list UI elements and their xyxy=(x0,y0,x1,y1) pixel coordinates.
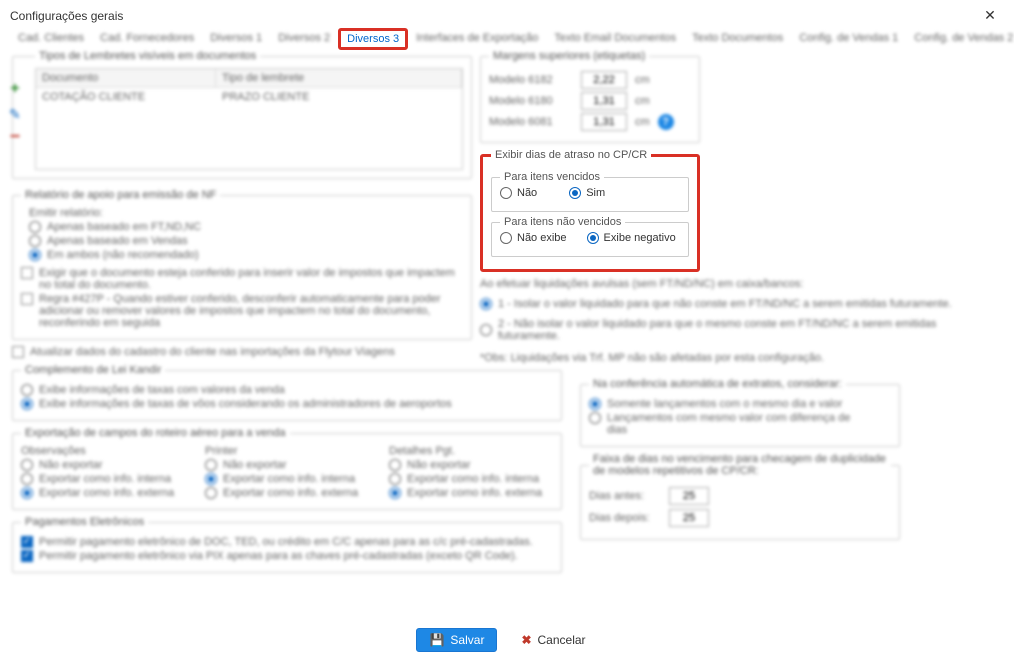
close-icon[interactable]: ✕ xyxy=(974,6,1006,26)
save-icon: 💾 xyxy=(429,633,444,647)
pagamentos-legend: Pagamentos Eletrônicos xyxy=(21,516,148,528)
tab-texto-documentos[interactable]: Texto Documentos xyxy=(684,28,791,50)
chk-pgto-doc-ted[interactable] xyxy=(21,536,33,548)
radio-conf-mesmo-dia[interactable] xyxy=(589,398,601,410)
tab-cad-fornecedores[interactable]: Cad. Fornecedores xyxy=(92,28,202,50)
chk-regra-427p[interactable] xyxy=(21,293,33,305)
lei-kandir-legend: Complemento de Lei Kandir xyxy=(21,364,165,376)
window-title: Configurações gerais xyxy=(10,9,123,23)
atraso-nao-vencidos-legend: Para itens não vencidos xyxy=(500,216,625,228)
lembretes-table: Documento Tipo de lembrete COTAÇÃO CLIEN… xyxy=(35,68,463,170)
tab-texto-email[interactable]: Texto Email Documentos xyxy=(546,28,684,50)
tab-config-vendas-2[interactable]: Config. de Vendas 2 xyxy=(906,28,1014,50)
chk-exigir-conferido[interactable] xyxy=(21,267,33,279)
radio-nao-exibe[interactable] xyxy=(500,232,512,244)
tab-cad-clientes[interactable]: Cad. Clientes xyxy=(10,28,92,50)
edit-icon[interactable]: ✎ xyxy=(9,106,21,123)
input-dias-antes[interactable] xyxy=(669,487,709,505)
radio-exibe-negativo[interactable] xyxy=(587,232,599,244)
emitir-relatorio-label: Emitir relatório: xyxy=(29,207,463,219)
input-modelo-6180[interactable] xyxy=(581,92,627,110)
radio-vencidos-sim[interactable] xyxy=(569,187,581,199)
cancel-button[interactable]: ✖ Cancelar xyxy=(509,628,597,652)
delete-icon[interactable]: − xyxy=(10,131,21,141)
radio-kandir-venda[interactable] xyxy=(21,384,33,396)
radio-obs-nao[interactable] xyxy=(21,459,33,471)
liquidacoes-note: *Obs: Liquidações via Trf. MP não são af… xyxy=(480,352,990,364)
radio-printer-interna[interactable] xyxy=(205,473,217,485)
radio-conf-diferenca[interactable] xyxy=(589,412,601,424)
tab-diversos-1[interactable]: Diversos 1 xyxy=(202,28,270,50)
save-button[interactable]: 💾 Salvar xyxy=(416,628,497,652)
tab-diversos-2[interactable]: Diversos 2 xyxy=(270,28,338,50)
input-modelo-6081[interactable] xyxy=(581,113,627,131)
faixa-legend: Faixa de dias no vencimento para checage… xyxy=(589,453,891,477)
radio-obs-externa[interactable] xyxy=(21,487,33,499)
table-row[interactable]: COTAÇÃO CLIENTE PRAZO CLIENTE xyxy=(36,88,462,106)
radio-det-externa[interactable] xyxy=(389,487,401,499)
atraso-legend: Exibir dias de atraso no CP/CR xyxy=(491,149,651,161)
help-icon[interactable]: ? xyxy=(658,114,674,130)
export-roteiro-legend: Exportação de campos do roteiro aéreo pa… xyxy=(21,427,290,439)
radio-ambos[interactable] xyxy=(29,249,41,261)
tab-diversos-3[interactable]: Diversos 3 xyxy=(338,28,408,50)
radio-obs-interna[interactable] xyxy=(21,473,33,485)
export-col-obs: Observações xyxy=(21,445,185,457)
cancel-icon: ✖ xyxy=(521,633,531,647)
radio-det-interna[interactable] xyxy=(389,473,401,485)
export-col-printer: Printer xyxy=(205,445,369,457)
chk-flytour[interactable] xyxy=(12,346,24,358)
radio-ft-nd-nc[interactable] xyxy=(29,221,41,233)
input-modelo-6182[interactable] xyxy=(581,71,627,89)
conferencia-legend: Na conferência automática de extratos, c… xyxy=(589,378,846,390)
radio-det-nao[interactable] xyxy=(389,459,401,471)
radio-kandir-aeroportos[interactable] xyxy=(21,398,33,410)
col-header-documento[interactable]: Documento xyxy=(36,69,216,87)
tab-interfaces-exportacao[interactable]: Interfaces de Exportação xyxy=(408,28,546,50)
atraso-vencidos-legend: Para itens vencidos xyxy=(500,171,604,183)
liquidacoes-label: Ao efetuar liquidações avulsas (sem FT/N… xyxy=(480,278,990,290)
radio-vendas[interactable] xyxy=(29,235,41,247)
radio-isolar[interactable] xyxy=(480,298,492,310)
tab-config-vendas-1[interactable]: Config. de Vendas 1 xyxy=(791,28,906,50)
radio-vencidos-nao[interactable] xyxy=(500,187,512,199)
radio-printer-nao[interactable] xyxy=(205,459,217,471)
lembretes-legend: Tipos de Lembretes visíveis em documento… xyxy=(35,50,260,62)
radio-nao-isolar[interactable] xyxy=(480,324,492,336)
margens-legend: Margens superiores (etiquetas) xyxy=(489,50,649,62)
relatorio-nf-legend: Relatório de apoio para emissão de NF xyxy=(21,189,220,201)
add-icon[interactable]: + xyxy=(10,80,19,98)
chk-pgto-pix[interactable] xyxy=(21,550,33,562)
col-header-tipo[interactable]: Tipo de lembrete xyxy=(216,69,462,87)
input-dias-depois[interactable] xyxy=(669,509,709,527)
tab-bar: Cad. Clientes Cad. Fornecedores Diversos… xyxy=(0,28,1014,50)
radio-printer-externa[interactable] xyxy=(205,487,217,499)
